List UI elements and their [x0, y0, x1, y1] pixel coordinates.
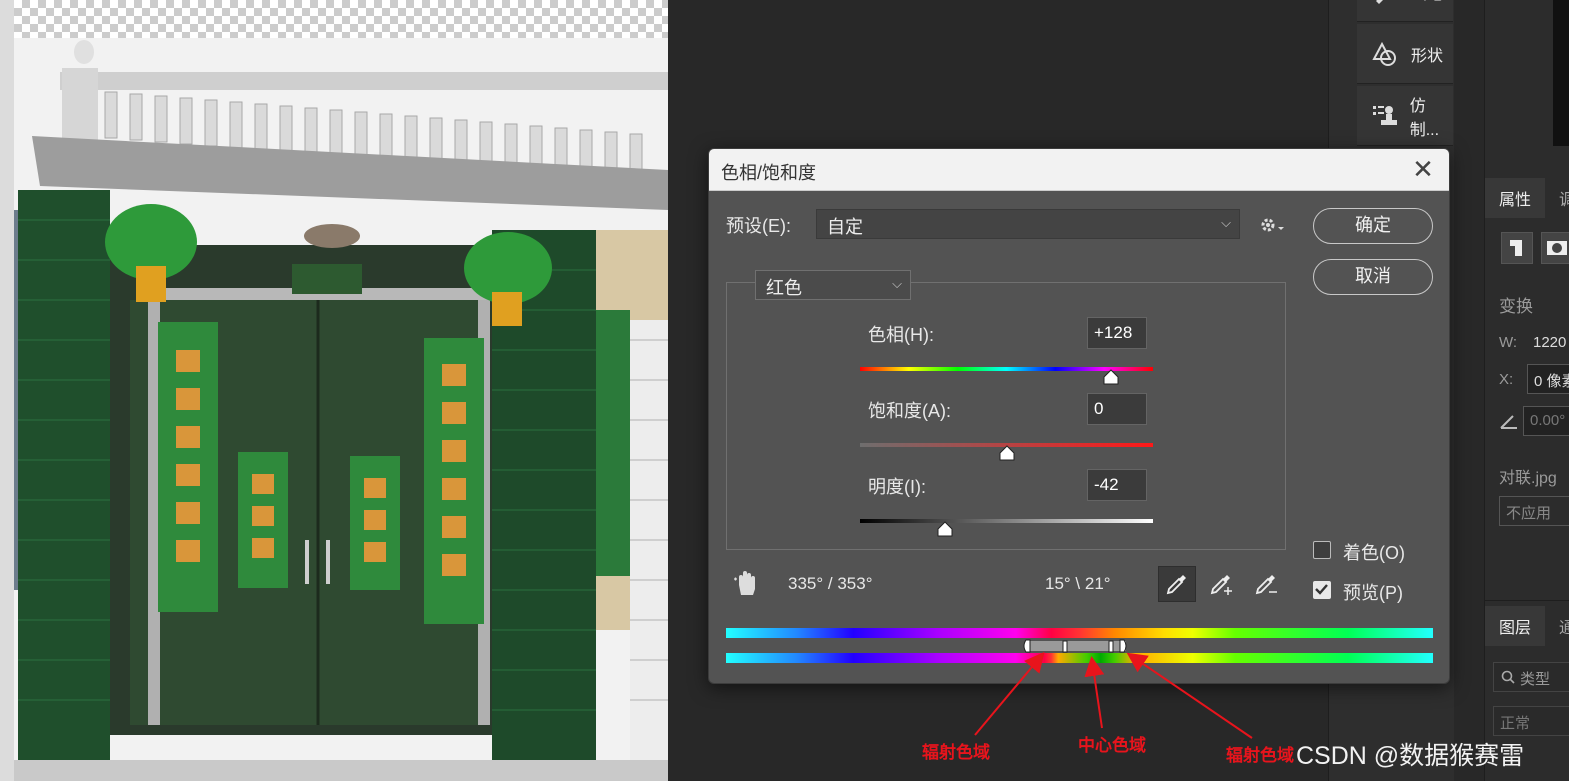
search-icon: [1501, 670, 1515, 689]
hue-input[interactable]: +128: [1087, 317, 1147, 349]
preset-select[interactable]: 自定 ⌵: [816, 209, 1240, 239]
dialog-title: 色相/饱和度: [721, 163, 817, 183]
watermark: CSDN @数据猴赛雷: [1296, 742, 1525, 770]
channel-value: 红色: [766, 278, 802, 298]
colorize-checkbox[interactable]: [1313, 541, 1331, 559]
ok-button[interactable]: 确定: [1313, 208, 1433, 244]
tool-shape[interactable]: 形状: [1357, 24, 1453, 84]
dialog-title-bar[interactable]: 色相/饱和度 ✕: [709, 149, 1449, 191]
door-photo: [14, 38, 668, 781]
pixel-layer-icon[interactable]: [1501, 232, 1533, 264]
targeted-adjustment-icon[interactable]: [733, 569, 759, 602]
close-icon[interactable]: ✕: [1409, 155, 1437, 183]
eyedropper-icon[interactable]: [1158, 566, 1196, 602]
angle-icon: [1499, 412, 1519, 435]
gear-icon[interactable]: [1259, 215, 1285, 240]
preset-label: 预设(E):: [726, 216, 791, 236]
input-color-bar: [726, 628, 1433, 638]
range-handles[interactable]: [1022, 638, 1132, 654]
blend-mode-select[interactable]: 正常: [1493, 706, 1569, 736]
lightness-slider-thumb[interactable]: [937, 521, 953, 537]
lightness-label: 明度(I):: [868, 477, 926, 497]
cancel-button[interactable]: 取消: [1313, 259, 1433, 295]
saturation-label: 饱和度(A):: [868, 401, 951, 421]
mask-icon[interactable]: [1541, 232, 1569, 264]
tool-label: 形状: [1411, 47, 1444, 65]
tab-adjustments[interactable]: 调: [1545, 178, 1569, 218]
tab-properties[interactable]: 属性: [1485, 178, 1545, 218]
hue-slider-thumb[interactable]: [1103, 369, 1119, 385]
tool-label: 仿制...: [1409, 97, 1440, 139]
hue-saturation-dialog: 色相/饱和度 ✕ 预设(E): 自定 ⌵ 确定 取消 红色 ⌵ 色相(H): +…: [708, 148, 1450, 684]
preview-label: 预览(P): [1343, 583, 1403, 603]
lightness-slider-track[interactable]: [860, 519, 1153, 523]
tab-layers[interactable]: 图层: [1485, 606, 1545, 646]
transform-heading: 变换: [1499, 297, 1533, 316]
lightness-input[interactable]: -42: [1087, 469, 1147, 501]
eyedropper-subtract-icon[interactable]: [1248, 566, 1286, 602]
angle-field[interactable]: 0.00°: [1523, 406, 1569, 436]
colorize-label: 着色(O): [1343, 543, 1405, 563]
saturation-input[interactable]: 0: [1087, 393, 1147, 425]
width-label: W:: [1499, 334, 1518, 351]
channel-select[interactable]: 红色 ⌵: [755, 270, 911, 300]
range-right-values: 15° \ 21°: [1045, 574, 1111, 593]
annotation-radiate-left: 辐射色域: [922, 743, 990, 763]
document-canvas[interactable]: [0, 0, 668, 781]
brush-icon: [1371, 0, 1399, 6]
checkmark-icon: [1315, 584, 1328, 595]
x-position-field[interactable]: 0 像素: [1527, 364, 1569, 394]
tool-brush[interactable]: 画笔: [1357, 0, 1453, 22]
panel-divider: [1485, 600, 1569, 601]
not-apply-button[interactable]: 不应用: [1499, 496, 1569, 526]
annotation-center: 中心色域: [1078, 736, 1146, 756]
chevron-down-icon: ⌵: [892, 276, 902, 291]
chevron-down-icon: ⌵: [1221, 215, 1231, 230]
preview-checkbox[interactable]: [1313, 581, 1331, 599]
properties-panel: 属性 调 变换 W: 1220 X: 0 像素 0.00° 对联.jpg 不应用…: [1484, 0, 1569, 781]
hue-label: 色相(H):: [868, 325, 934, 345]
file-name: 对联.jpg: [1499, 470, 1557, 487]
saturation-slider-thumb[interactable]: [999, 445, 1015, 461]
preset-value: 自定: [827, 217, 863, 237]
clone-stamp-icon: [1371, 102, 1398, 130]
photoshop-workspace: 画笔 形状 仿制... 属性 调 变换 W: 1220 X: 0 像素: [0, 0, 1569, 781]
tool-clone-stamp[interactable]: 仿制...: [1357, 86, 1453, 146]
width-value[interactable]: 1220: [1533, 334, 1566, 351]
x-label: X:: [1499, 371, 1514, 388]
output-color-bar: [726, 653, 1433, 663]
range-left-values: 335° / 353°: [788, 574, 873, 593]
adjustment-group: [726, 282, 1286, 550]
eyedropper-add-icon[interactable]: [1203, 566, 1241, 602]
shape-icon: [1371, 40, 1399, 68]
annotation-radiate-right: 辐射色域: [1226, 746, 1294, 766]
color-preview: [1553, 0, 1569, 146]
tab-channels[interactable]: 通: [1545, 606, 1569, 646]
tool-label: 画笔: [1411, 0, 1443, 4]
